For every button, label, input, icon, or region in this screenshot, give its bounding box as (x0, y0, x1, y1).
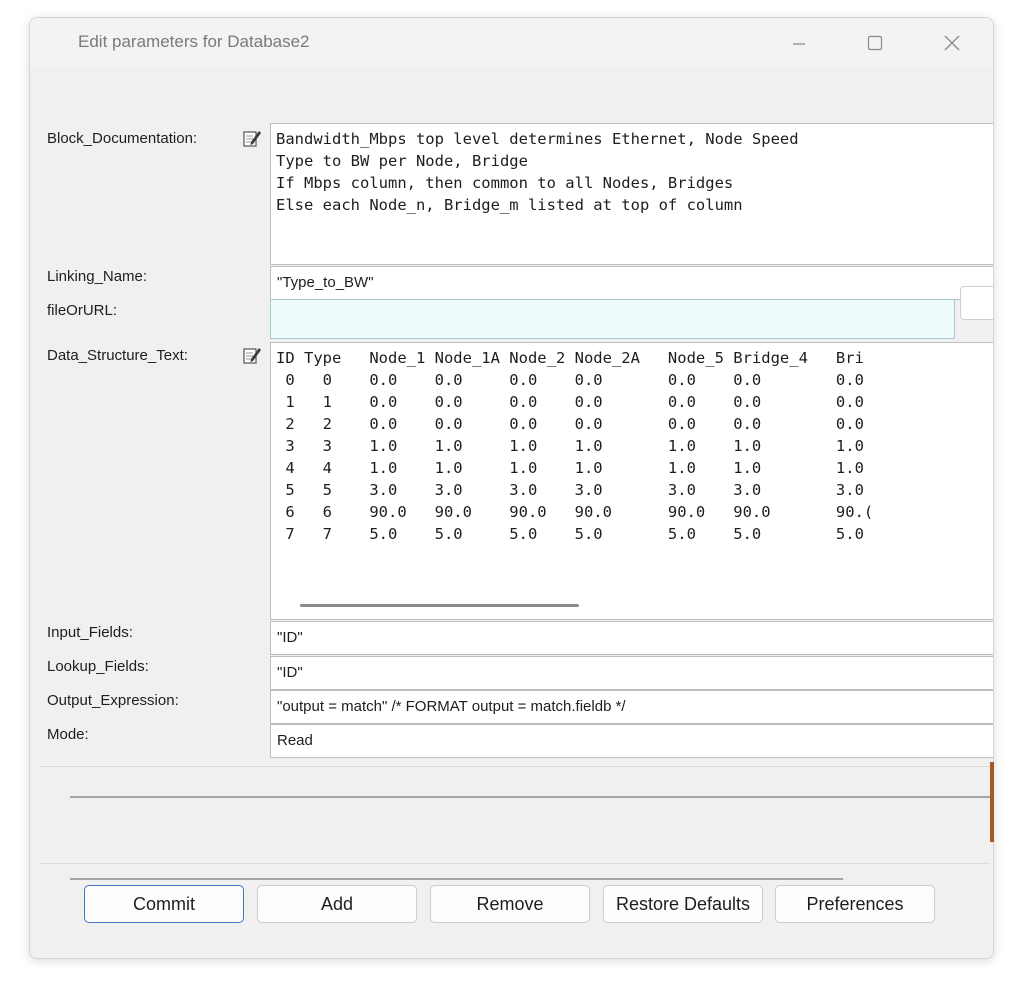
separator-line (70, 878, 843, 880)
dialog-content: Block_Documentation: Bandwidth_Mbps top … (30, 68, 993, 958)
window-title: Edit parameters for Database2 (78, 32, 310, 51)
data-structure-text-label: Data_Structure_Text: (47, 347, 188, 364)
close-icon (944, 35, 960, 51)
background-window-edge (990, 762, 994, 842)
file-or-url-input[interactable] (270, 299, 955, 339)
lookup-fields-label: Lookup_Fields: (47, 658, 149, 675)
horizontal-scrollbar[interactable] (300, 604, 579, 607)
input-fields-label: Input_Fields: (47, 624, 133, 641)
divider (40, 863, 990, 864)
linking-name-label: Linking_Name: (47, 268, 148, 285)
edit-pencil-icon[interactable] (242, 128, 262, 148)
block-documentation-textarea[interactable]: Bandwidth_Mbps top level determines Ethe… (270, 123, 993, 265)
data-structure-textarea[interactable]: ID Type Node_1 Node_1A Node_2 Node_2A No… (270, 342, 993, 620)
add-button[interactable]: Add (257, 885, 417, 923)
output-expression-label: Output_Expression: (47, 692, 179, 709)
maximize-button[interactable] (852, 26, 898, 60)
block-documentation-label: Block_Documentation: (47, 130, 198, 147)
remove-button[interactable]: Remove (430, 885, 590, 923)
minimize-icon (793, 43, 805, 45)
maximize-icon (867, 35, 883, 51)
output-expression-input[interactable]: "output = match" /* FORMAT output = matc… (270, 690, 993, 724)
browse-button[interactable] (960, 286, 993, 320)
lookup-fields-input[interactable]: "ID" (270, 656, 993, 690)
mode-label: Mode: (47, 726, 89, 743)
file-or-url-label: fileOrURL: (47, 302, 118, 319)
edit-pencil-icon[interactable] (242, 345, 262, 365)
close-button[interactable] (929, 26, 975, 60)
linking-name-input[interactable]: "Type_to_BW" (270, 266, 993, 300)
restore-defaults-button[interactable]: Restore Defaults (603, 885, 763, 923)
commit-button[interactable]: Commit (84, 885, 244, 923)
input-fields-input[interactable]: "ID" (270, 621, 993, 655)
title-bar[interactable]: Edit parameters for Database2 (30, 18, 993, 68)
mode-select[interactable]: Read (270, 724, 993, 758)
minimize-button[interactable] (776, 26, 822, 60)
dialog-window: Edit parameters for Database2 Block_Docu… (29, 17, 994, 959)
divider (40, 766, 990, 767)
preferences-button[interactable]: Preferences (775, 885, 935, 923)
separator-line (70, 796, 993, 798)
